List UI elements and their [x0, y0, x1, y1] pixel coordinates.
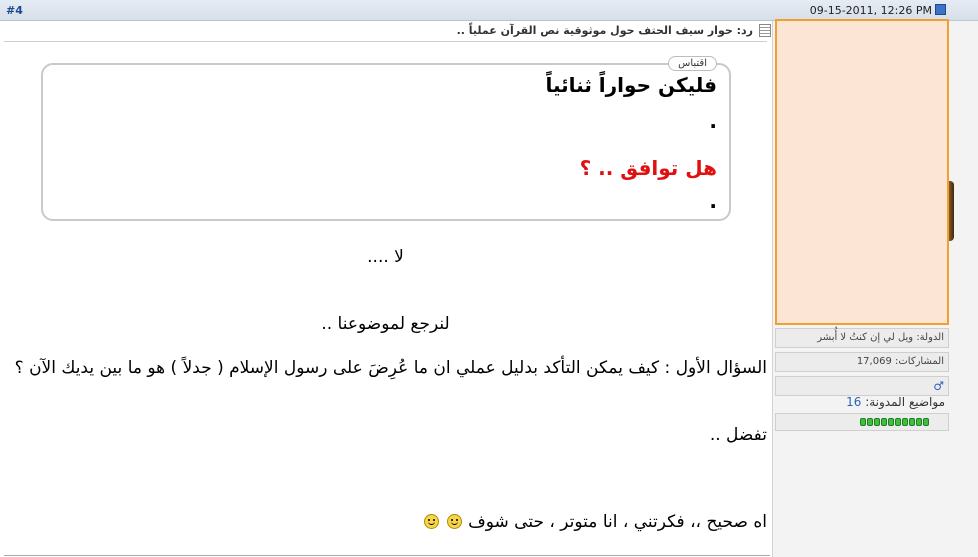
- post-body-line-1: لا ....: [367, 247, 404, 267]
- reputation-pip: [874, 418, 880, 426]
- post-body-line-5: اه صحيح ،، فكرتني ، انا متوتر ، حتى شوف: [423, 512, 767, 532]
- reputation-pip: [895, 418, 901, 426]
- reputation-bar: [775, 413, 949, 431]
- post-bottom-divider: [4, 555, 770, 556]
- post-title: رد: حوار سيف الحتف حول موثوقية نص القرآن…: [456, 24, 753, 37]
- post-body-line-5-text: اه صحيح ،، فكرتني ، انا متوتر ، حتى شوف: [468, 512, 767, 532]
- post-body-line-2: لنرجع لموضوعنا ..: [321, 314, 450, 334]
- quote-dot-1: .: [709, 109, 717, 133]
- reputation-pip: [923, 418, 929, 426]
- reputation-pips: [860, 418, 929, 426]
- quote-block: اقتباس فليكن حواراً ثنائياً . هل توافق .…: [41, 56, 731, 221]
- quote-line-1: فليكن حواراً ثنائياً: [545, 73, 717, 97]
- user-post-count: المشاركات: 17,069: [775, 352, 949, 372]
- post-body-line-3: السؤال الأول : كيف يمكن التأكد بدليل عمل…: [14, 358, 767, 378]
- reputation-pip: [881, 418, 887, 426]
- post-number-link[interactable]: #4: [6, 4, 23, 17]
- smiley-icon: [446, 514, 462, 529]
- post-body-line-4: تفضل ..: [709, 425, 767, 445]
- user-avatar[interactable]: [775, 19, 949, 325]
- blog-topics-count[interactable]: 16: [846, 395, 861, 409]
- quote-line-2: هل توافق .. ؟: [579, 156, 717, 180]
- quote-label: اقتباس: [668, 56, 717, 71]
- reputation-pip: [888, 418, 894, 426]
- post-status-icon: [935, 4, 946, 15]
- post-content: رد: حوار سيف الحتف حول موثوقية نص القرآن…: [0, 21, 771, 557]
- post-icon: [759, 24, 771, 37]
- quote-dot-2: .: [709, 189, 717, 213]
- blog-topics-label: مواضيع المدونة:: [865, 395, 945, 409]
- user-gender: ♂: [775, 376, 949, 396]
- user-country: الدولة: ويل لي إن كنتُ لا أُبشر: [775, 328, 949, 348]
- reputation-pip: [867, 418, 873, 426]
- smiley-icon: [424, 514, 440, 529]
- user-info-panel: الدولة: ويل لي إن كنتُ لا أُبشر المشاركا…: [772, 19, 978, 557]
- title-divider: [4, 41, 767, 42]
- post-date: 09-15-2011, 12:26 PM: [809, 4, 932, 17]
- male-icon: ♂: [933, 379, 944, 393]
- reputation-pip: [909, 418, 915, 426]
- reputation-pip: [902, 418, 908, 426]
- user-blog-topics: مواضيع المدونة: 16: [775, 395, 949, 409]
- reputation-pip: [916, 418, 922, 426]
- post-header-bar: #4 09-15-2011, 12:26 PM: [0, 0, 978, 21]
- avatar-edge-decoration: [949, 181, 954, 241]
- reputation-pip: [860, 418, 866, 426]
